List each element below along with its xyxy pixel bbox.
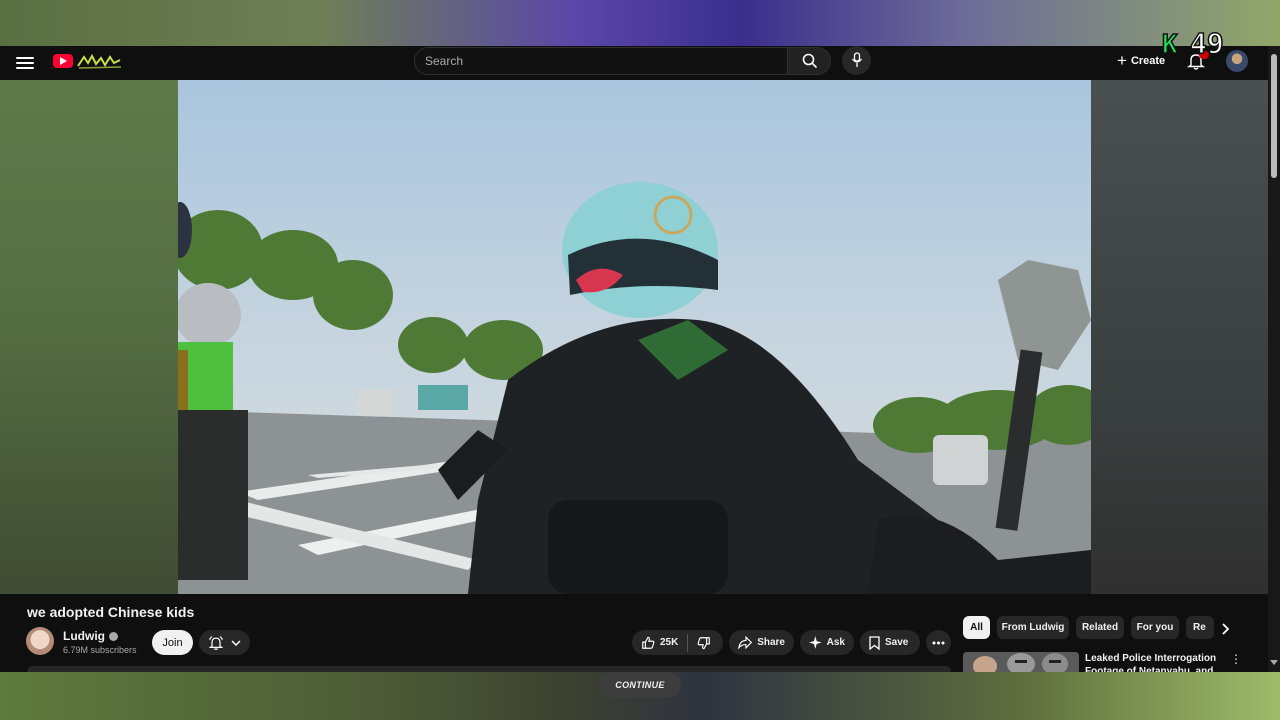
- sparkle-icon: [809, 636, 822, 649]
- mic-icon: [851, 52, 863, 67]
- save-button[interactable]: Save: [860, 630, 920, 655]
- youtube-logo-icon[interactable]: [53, 54, 73, 68]
- recommendation-title[interactable]: Leaked Police Interrogation Footage of N…: [1085, 652, 1225, 672]
- search-button[interactable]: [787, 47, 831, 75]
- chip-related[interactable]: Related: [1076, 616, 1124, 639]
- thumbnail-image: [963, 652, 1079, 672]
- more-actions-button[interactable]: [926, 630, 951, 655]
- like-divider: [687, 633, 689, 652]
- masthead: Search + Create: [0, 46, 1268, 80]
- overlay-k: K: [1162, 30, 1178, 58]
- search-input[interactable]: Search: [414, 47, 788, 75]
- overlay-number: 49: [1190, 28, 1224, 58]
- channel-name-label: Ludwig: [63, 629, 105, 643]
- chevron-down-icon: [231, 639, 241, 646]
- search-icon: [802, 53, 818, 69]
- stream-overlay-counter: K 49: [1161, 28, 1224, 58]
- bookmark-icon: [869, 635, 880, 650]
- scroll-thumb[interactable]: [1271, 54, 1277, 178]
- menu-icon[interactable]: [16, 54, 34, 72]
- like-count[interactable]: 25K: [660, 637, 678, 648]
- ambient-glow-right: [1091, 80, 1268, 594]
- video-player[interactable]: [178, 80, 1091, 594]
- chip-partial[interactable]: Re: [1186, 616, 1214, 639]
- more-icon[interactable]: ⋮: [1230, 652, 1244, 666]
- video-frame: [178, 80, 1091, 594]
- verified-icon: [109, 631, 118, 641]
- chip-for-you[interactable]: For you: [1131, 616, 1179, 639]
- chevron-right-icon[interactable]: [1217, 621, 1233, 637]
- channel-name[interactable]: Ludwig: [63, 629, 118, 643]
- more-icon: [932, 641, 945, 644]
- voice-search-button[interactable]: [842, 46, 871, 75]
- share-icon: [738, 636, 753, 649]
- continue-button[interactable]: CONTINUE: [599, 672, 681, 698]
- chip-all[interactable]: All: [963, 616, 990, 639]
- save-label: Save: [885, 637, 909, 648]
- youtube-window: Search + Create we adopted Chinese kids …: [0, 46, 1280, 672]
- video-title: we adopted Chinese kids: [27, 604, 195, 620]
- channel-avatar[interactable]: [26, 627, 54, 655]
- ask-label: Ask: [826, 637, 845, 648]
- bell-icon: [208, 635, 224, 650]
- recommendation-thumbnail[interactable]: [963, 652, 1079, 672]
- like-dislike-group: 25K: [632, 630, 723, 655]
- ambient-glow-left: [0, 80, 178, 594]
- join-button[interactable]: Join: [152, 630, 193, 655]
- chip-from-ludwig[interactable]: From Ludwig: [997, 616, 1069, 639]
- subscription-notification-button[interactable]: [199, 630, 250, 655]
- share-label: Share: [757, 637, 785, 648]
- thumbs-down-icon[interactable]: [697, 636, 711, 650]
- background-top-band: [0, 0, 1280, 46]
- share-button[interactable]: Share: [729, 630, 794, 655]
- thumbs-up-icon[interactable]: [641, 636, 655, 650]
- subscriber-count: 6.79M subscribers: [63, 645, 137, 655]
- doodle-logo[interactable]: [76, 51, 124, 71]
- plus-icon: +: [1117, 51, 1127, 70]
- ask-button[interactable]: Ask: [800, 630, 854, 655]
- scrollbar[interactable]: [1268, 46, 1280, 672]
- scroll-down-icon[interactable]: [1270, 660, 1278, 665]
- description-box[interactable]: [27, 666, 951, 672]
